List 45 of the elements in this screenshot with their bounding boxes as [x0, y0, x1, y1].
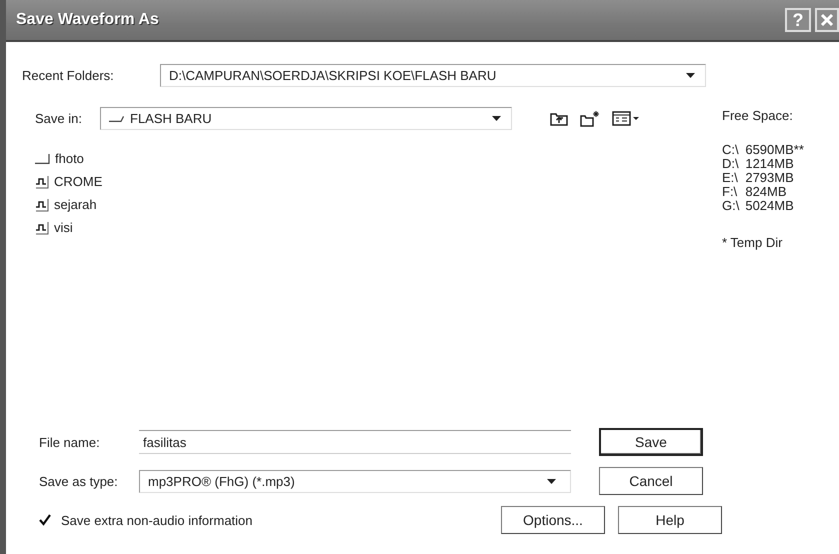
save-as-type-dropdown[interactable]: mp3PRO® (FhG) (*.mp3): [139, 470, 571, 492]
checkbox[interactable]: [39, 514, 51, 526]
drive-letter: D:\: [722, 157, 740, 171]
dropdown-arrow-icon[interactable]: [547, 478, 556, 484]
drive-letter: C:\: [722, 143, 740, 157]
checkbox-label: Save extra non-audio information: [61, 512, 253, 528]
file-list-item[interactable]: CROME: [54, 174, 102, 189]
new-folder-icon[interactable]: [580, 110, 600, 127]
close-icon[interactable]: [820, 13, 834, 27]
wave-file-icon: [35, 198, 49, 212]
file-list-item[interactable]: sejarah: [54, 197, 97, 212]
recent-folder-path: D:\CAMPURAN\SOERDJA\SKRIPSI KOE\FLASH BARU: [169, 68, 498, 83]
drive-free-space: 5024MB: [745, 199, 795, 213]
drive-free-space: 1214MB: [745, 157, 795, 171]
drive-free-space: 2793MB: [745, 171, 795, 185]
folder-name: FLASH BARU: [130, 111, 212, 126]
drive-letter: G:\: [722, 199, 740, 213]
field-label: Save as type:: [39, 474, 119, 488]
free-space-label: Free Space:: [722, 108, 794, 123]
recent-folders-dropdown[interactable]: D:\CAMPURAN\SOERDJA\SKRIPSI KOE\FLASH BARU: [160, 64, 706, 87]
file-type-value: mp3PRO® (FhG) (*.mp3): [148, 474, 296, 488]
up-folder-icon[interactable]: [550, 111, 568, 126]
save-button[interactable]: Save: [599, 428, 703, 456]
drive-letter: F:\: [722, 185, 738, 199]
window-title: Save Waveform As: [16, 11, 160, 29]
temp-dir-note: * Temp Dir: [722, 235, 784, 250]
wave-file-icon: [35, 174, 49, 188]
wave-file-icon: [35, 220, 49, 234]
file-list-item[interactable]: visi: [54, 220, 73, 235]
drive-free-space: 6590MB**: [745, 143, 804, 157]
file-name-field[interactable]: fasilitas: [139, 430, 571, 454]
file-list-item[interactable]: fhoto: [55, 151, 84, 166]
drive-free-space: 824MB: [745, 185, 788, 199]
cancel-button[interactable]: Cancel: [599, 467, 703, 495]
dropdown-arrow-icon[interactable]: [492, 116, 501, 121]
field-label: File name:: [39, 434, 101, 450]
dropdown-arrow-icon[interactable]: [686, 73, 695, 78]
drive-letter: E:\: [722, 171, 739, 185]
field-label: Save in:: [35, 111, 83, 126]
help-text-button[interactable]: Help: [618, 506, 722, 534]
field-label: Recent Folders:: [22, 68, 115, 83]
options-button[interactable]: Options...: [501, 506, 605, 534]
view-menu-icon[interactable]: [612, 111, 640, 126]
save-in-dropdown[interactable]: FLASH BARU: [100, 107, 512, 130]
close-button[interactable]: [815, 8, 839, 32]
